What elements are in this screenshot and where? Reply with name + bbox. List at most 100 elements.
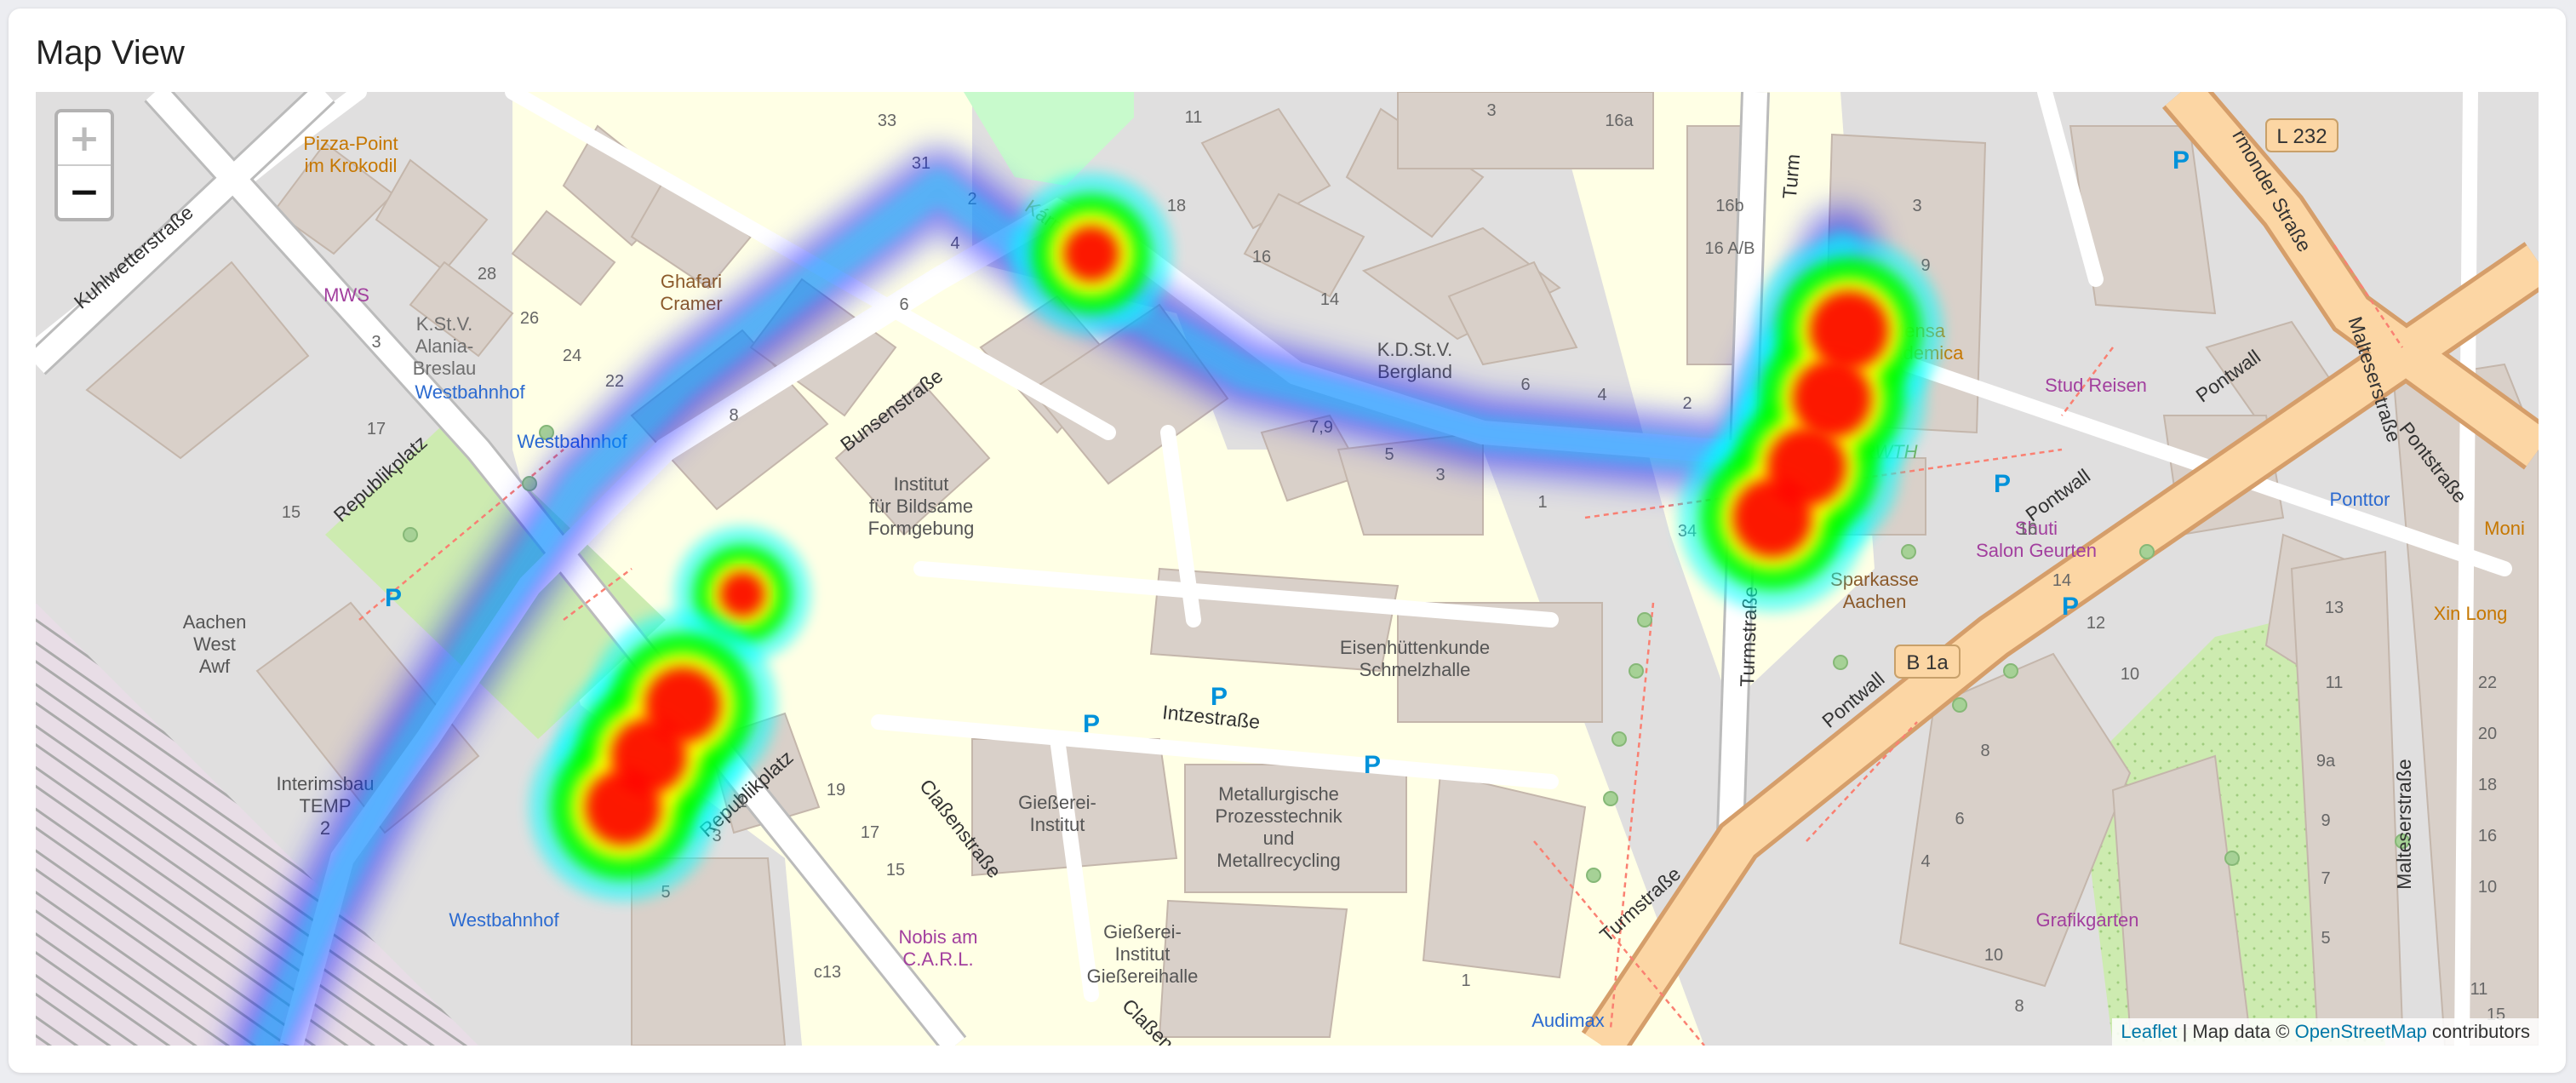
svg-text:im Krokodil: im Krokodil: [305, 155, 398, 176]
svg-text:15: 15: [886, 861, 905, 880]
svg-text:17: 17: [861, 823, 879, 842]
svg-text:Aachen: Aachen: [183, 611, 247, 633]
svg-text:Pizza-Point: Pizza-Point: [303, 133, 398, 154]
svg-text:11: 11: [1185, 108, 1203, 127]
svg-text:22: 22: [2478, 673, 2497, 692]
svg-text:Malteserstraße: Malteserstraße: [2393, 759, 2415, 889]
svg-text:Gießereihalle: Gießereihalle: [1087, 966, 1199, 987]
svg-text:10: 10: [2478, 878, 2497, 897]
svg-text:Breslau: Breslau: [413, 358, 477, 379]
hotspot-turmstrasse-blob: [1793, 359, 1871, 438]
svg-text:Awf: Awf: [199, 656, 231, 677]
openstreetmap-link[interactable]: OpenStreetMap: [2295, 1021, 2427, 1042]
hotspot-turmstrasse-blob: [1733, 478, 1812, 557]
map-card: Map View K.St.V. Alania- Breslau Aachen …: [9, 9, 2566, 1073]
svg-text:B 1a: B 1a: [1906, 651, 1949, 674]
svg-text:8: 8: [2014, 997, 2024, 1016]
svg-text:und: und: [1263, 828, 1295, 849]
svg-text:18: 18: [1167, 197, 1186, 215]
svg-text:1: 1: [737, 793, 747, 811]
svg-text:Grafikgarten: Grafikgarten: [2035, 909, 2138, 931]
svg-text:C.A.R.L.: C.A.R.L.: [902, 948, 973, 970]
svg-text:12: 12: [2087, 614, 2105, 633]
svg-text:17: 17: [367, 420, 386, 438]
svg-text:P: P: [1083, 710, 1100, 738]
attribution-map-data: Map data ©: [2192, 1021, 2290, 1042]
svg-text:10: 10: [2121, 665, 2139, 684]
svg-text:16: 16: [2018, 520, 2037, 539]
svg-text:MWS: MWS: [323, 284, 369, 306]
svg-text:10: 10: [1984, 946, 2003, 965]
zoom-out-button[interactable]: −: [58, 166, 111, 218]
hotspot-republikplatz-b-blob: [586, 770, 661, 845]
svg-text:P: P: [2172, 146, 2190, 175]
svg-text:24: 24: [563, 347, 581, 365]
svg-text:P: P: [1994, 470, 2011, 498]
svg-text:18: 18: [2478, 776, 2497, 794]
svg-text:14: 14: [2052, 571, 2071, 590]
svg-text:Nobis am: Nobis am: [899, 926, 978, 948]
svg-text:L 232: L 232: [2276, 125, 2327, 148]
map-attribution: Leaflet | Map data © OpenStreetMap contr…: [2112, 1018, 2539, 1046]
svg-text:Formgebung: Formgebung: [868, 518, 975, 539]
svg-text:P: P: [1364, 751, 1381, 779]
svg-text:K.St.V.: K.St.V.: [416, 313, 472, 335]
svg-text:Schmelzhalle: Schmelzhalle: [1360, 659, 1471, 680]
svg-text:Westbahnhof: Westbahnhof: [449, 909, 559, 931]
svg-text:Institut: Institut: [1115, 943, 1171, 965]
svg-text:9: 9: [2321, 811, 2330, 830]
svg-text:Metallrecycling: Metallrecycling: [1216, 850, 1341, 871]
map-container[interactable]: K.St.V. Alania- Breslau Aachen West Awf …: [36, 92, 2539, 1046]
svg-text:11: 11: [2470, 980, 2488, 999]
svg-text:5: 5: [2321, 929, 2330, 948]
leaflet-link[interactable]: Leaflet: [2121, 1021, 2177, 1042]
svg-text:Aachen: Aachen: [1843, 591, 1907, 612]
svg-text:Audimax: Audimax: [1531, 1010, 1605, 1031]
svg-text:Westbahnhof: Westbahnhof: [415, 381, 525, 403]
svg-text:16: 16: [2478, 827, 2497, 845]
svg-text:Moni: Moni: [2484, 518, 2525, 539]
svg-text:6: 6: [1955, 810, 1964, 828]
svg-text:3: 3: [1486, 101, 1496, 120]
svg-text:Institut: Institut: [894, 473, 949, 495]
svg-text:3: 3: [371, 333, 381, 352]
svg-text:Alania-: Alania-: [415, 335, 473, 357]
page-title: Map View: [36, 34, 185, 72]
svg-text:P: P: [385, 584, 402, 612]
hotspot-turmstrasse-blob: [1810, 291, 1888, 370]
svg-text:11: 11: [2326, 673, 2344, 692]
svg-text:7: 7: [2321, 869, 2330, 888]
zoom-control: + −: [54, 109, 114, 221]
svg-text:26: 26: [520, 309, 539, 328]
svg-text:15: 15: [282, 503, 301, 522]
hotspot-bunsenstrasse-blob: [1064, 226, 1119, 281]
svg-text:8: 8: [729, 406, 738, 425]
attribution-separator: |: [2182, 1021, 2188, 1042]
svg-text:Ponttor: Ponttor: [2330, 489, 2390, 510]
svg-text:16b: 16b: [1715, 197, 1743, 215]
svg-text:West: West: [193, 633, 236, 655]
svg-text:16 A/B: 16 A/B: [1705, 239, 1755, 258]
svg-text:K.D.St.V.: K.D.St.V.: [1377, 339, 1452, 360]
svg-text:Turm: Turm: [1778, 153, 1805, 200]
svg-text:33: 33: [878, 112, 896, 130]
svg-text:6: 6: [899, 295, 908, 314]
svg-text:c13: c13: [814, 963, 841, 982]
zoom-in-button[interactable]: +: [58, 112, 111, 166]
svg-text:28: 28: [478, 265, 496, 284]
svg-text:Prozesstechnik: Prozesstechnik: [1215, 805, 1342, 827]
svg-text:Salon Geurten: Salon Geurten: [1976, 540, 2097, 561]
svg-text:Gießerei-: Gießerei-: [1103, 921, 1182, 943]
svg-text:Institut: Institut: [1030, 814, 1085, 835]
svg-text:13: 13: [2325, 599, 2344, 617]
svg-text:16a: 16a: [1605, 112, 1634, 130]
svg-text:19: 19: [827, 781, 845, 799]
svg-text:P: P: [2062, 593, 2079, 621]
svg-text:Eisenhüttenkunde: Eisenhüttenkunde: [1340, 637, 1490, 658]
map-tiles[interactable]: K.St.V. Alania- Breslau Aachen West Awf …: [36, 92, 2539, 1046]
svg-text:Ghafari: Ghafari: [661, 271, 722, 292]
svg-text:4: 4: [1921, 852, 1930, 871]
svg-text:3: 3: [1912, 197, 1921, 215]
svg-text:Stud Reisen: Stud Reisen: [2045, 375, 2147, 396]
hotspot-republikplatz-a-blob: [720, 572, 764, 616]
